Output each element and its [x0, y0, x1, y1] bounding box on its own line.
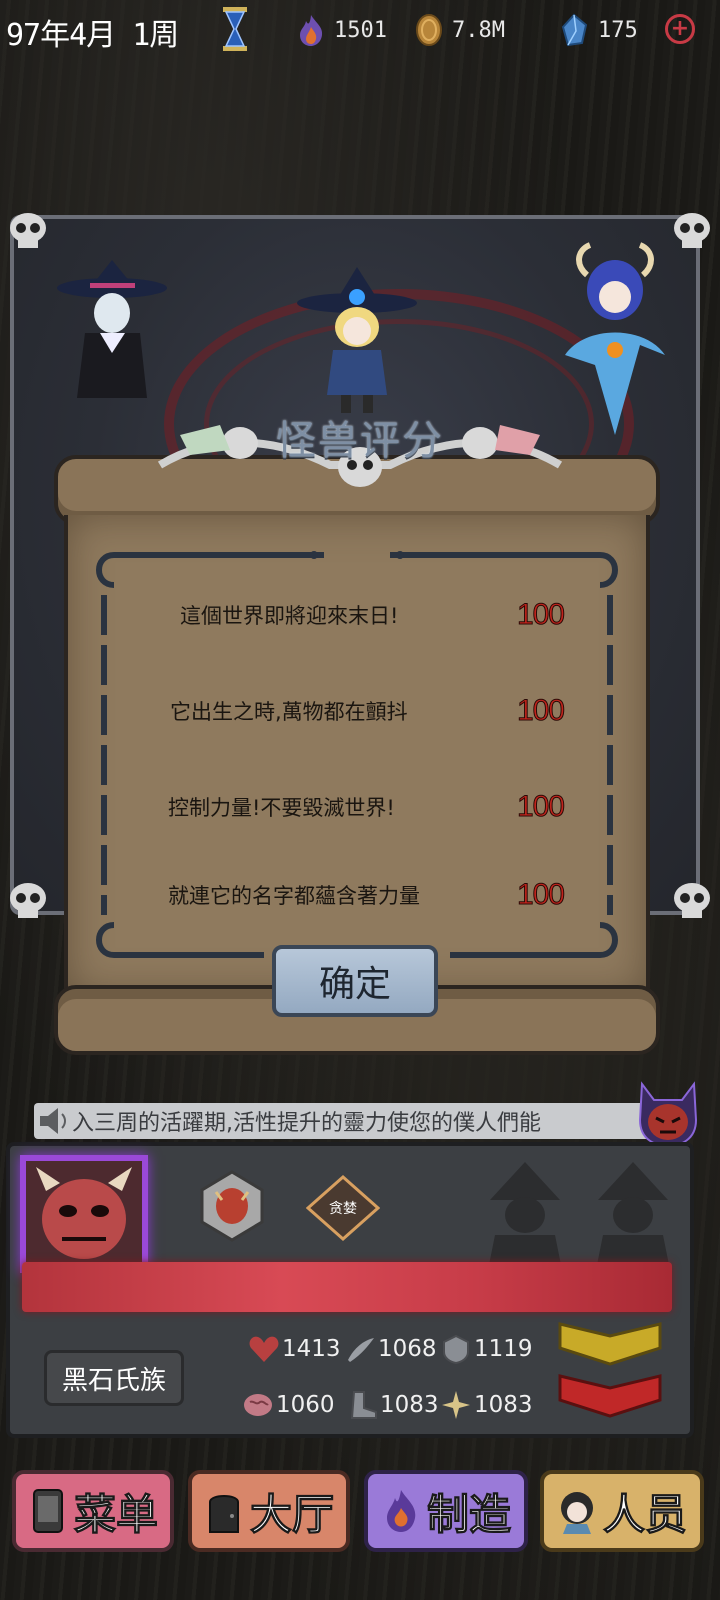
magic-stat: 1083 — [440, 1390, 533, 1420]
rank-down-chevron-icon[interactable] — [556, 1370, 664, 1418]
intellect-stat: 1060 — [242, 1390, 335, 1420]
nav-craft-label: 制造 — [426, 1489, 511, 1539]
speed-value: 1083 — [380, 1392, 439, 1418]
demon-mask-icon — [36, 1167, 132, 1259]
brain-icon — [244, 1394, 272, 1416]
score-row: 控制力量!不要毀滅世界! 100 — [140, 782, 580, 832]
nav-menu-label: 菜单 — [73, 1489, 158, 1539]
health-value: 1413 — [282, 1336, 341, 1362]
nav-menu-button[interactable]: 菜单 — [12, 1470, 174, 1552]
soul-value: 1501 — [334, 17, 387, 43]
dark-witch-character[interactable] — [55, 258, 170, 408]
attack-value: 1068 — [378, 1336, 437, 1362]
clan-name-label[interactable]: 黑石氏族 — [44, 1350, 184, 1406]
game-date: 97年4月 1周 — [6, 18, 179, 53]
locked-servant-slot[interactable] — [480, 1160, 570, 1270]
shield-icon — [443, 1334, 469, 1364]
sparkle-icon — [442, 1391, 470, 1419]
magic-value: 1083 — [474, 1392, 533, 1418]
nav-staff-button[interactable]: 人员 — [540, 1470, 704, 1552]
rank-up-chevron-icon[interactable] — [556, 1318, 664, 1366]
gold-coin-icon — [416, 14, 442, 46]
score-label: 就連它的名字都蘊含著力量 — [168, 884, 420, 908]
score-label: 它出生之時,萬物都在顫抖 — [170, 700, 408, 724]
blood-bar — [22, 1262, 672, 1312]
hourglass-icon — [223, 7, 247, 51]
gold-value: 7.8M — [452, 17, 505, 43]
score-row: 它出生之時,萬物都在顫抖 100 — [140, 686, 580, 736]
dialog-title: 怪兽评分 — [276, 418, 444, 464]
score-label: 控制力量!不要毀滅世界! — [168, 796, 395, 820]
score-label: 這個世界即將迎來末日! — [180, 604, 399, 628]
score-value: 100 — [516, 790, 565, 824]
claw-icon — [348, 1338, 374, 1362]
top-status-bar: 97年4月 1周 1501 7.8M 175 + — [0, 0, 720, 64]
soul-resource: 1501 — [296, 10, 387, 50]
intellect-value: 1060 — [276, 1392, 335, 1418]
blonde-witch-character[interactable] — [295, 265, 420, 415]
gold-resource: 7.8M — [414, 10, 505, 50]
speaker-icon — [40, 1108, 66, 1134]
score-value: 100 — [516, 694, 565, 728]
notice-ticker: 入三周的活躍期,活性提升的靈力使您的僕人們能 — [34, 1103, 654, 1139]
skull-ornament-icon — [674, 883, 710, 918]
boot-icon — [350, 1391, 377, 1419]
phone-icon — [32, 1489, 63, 1533]
crystal-resource: 175 — [560, 10, 638, 50]
defense-stat: 1119 — [440, 1334, 533, 1364]
heart-icon — [249, 1336, 279, 1362]
skull-ornament-icon — [10, 213, 46, 248]
blue-crystal-icon — [561, 13, 588, 47]
clan-emblem-icon[interactable] — [200, 1170, 264, 1242]
locked-servant-slot[interactable] — [588, 1160, 678, 1270]
notice-message: 入三周的活躍期,活性提升的靈力使您的僕人們能 — [72, 1111, 541, 1136]
attack-stat: 1068 — [344, 1334, 437, 1364]
door-icon — [208, 1495, 239, 1533]
devil-face-icon[interactable] — [636, 1080, 700, 1148]
nav-hall-label: 大厅 — [249, 1489, 334, 1539]
crystal-value: 175 — [598, 17, 638, 43]
trait-label: 贪婪 — [329, 1201, 357, 1217]
health-stat: 1413 — [248, 1334, 341, 1364]
score-row: 就連它的名字都蘊含著力量 100 — [140, 870, 580, 920]
soul-flame-icon — [300, 15, 323, 46]
soul-fire-icon — [386, 1490, 416, 1532]
add-currency-button[interactable]: + — [665, 14, 695, 44]
score-row: 這個世界即將迎來末日! 100 — [140, 590, 580, 640]
defense-value: 1119 — [474, 1336, 533, 1362]
nav-craft-button[interactable]: 制造 — [364, 1470, 528, 1552]
score-value: 100 — [516, 598, 565, 632]
nav-staff-label: 人员 — [602, 1489, 687, 1539]
monster-portrait[interactable] — [20, 1155, 148, 1273]
servant-avatar-icon — [560, 1492, 593, 1534]
skull-ornament-icon — [10, 883, 46, 918]
confirm-button[interactable]: 确定 — [272, 945, 438, 1017]
speed-stat: 1083 — [346, 1390, 439, 1420]
score-value: 100 — [516, 878, 565, 912]
nav-hall-button[interactable]: 大厅 — [188, 1470, 350, 1552]
